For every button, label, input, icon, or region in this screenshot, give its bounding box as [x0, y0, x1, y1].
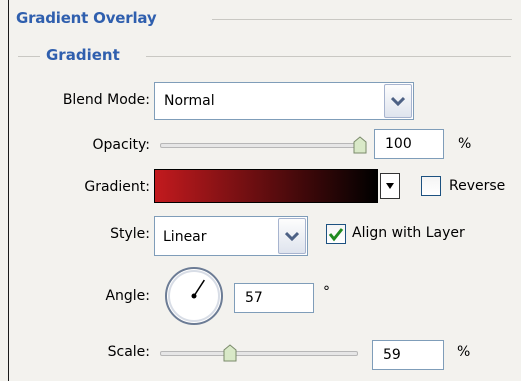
gradient-label: Gradient: — [84, 179, 150, 195]
chevron-down-icon — [285, 231, 299, 241]
panel-left-border — [8, 0, 9, 381]
blend-mode-dropdown-button[interactable] — [384, 84, 412, 118]
opacity-slider-thumb[interactable] — [352, 136, 368, 154]
chevron-down-icon — [391, 96, 405, 106]
scale-label: Scale: — [107, 344, 150, 360]
scale-input[interactable]: 59 — [372, 340, 444, 370]
scale-slider-track[interactable] — [160, 351, 358, 356]
reverse-label: Reverse — [449, 178, 506, 194]
reverse-checkbox[interactable] — [421, 176, 441, 196]
scale-slider-thumb[interactable] — [222, 344, 238, 362]
scale-unit: % — [457, 344, 471, 360]
gradient-preview[interactable] — [154, 169, 378, 203]
checkmark-icon — [328, 228, 344, 242]
angle-label: Angle: — [105, 288, 150, 304]
opacity-label: Opacity: — [92, 137, 150, 153]
gradient-dropdown-button[interactable] — [380, 173, 400, 199]
subsection-divider-right — [146, 56, 511, 57]
caret-down-icon — [386, 183, 394, 189]
style-value: Linear — [163, 229, 207, 245]
align-with-layer-checkbox[interactable] — [326, 224, 346, 244]
blend-mode-value: Normal — [164, 93, 215, 109]
subsection-title: Gradient — [46, 46, 120, 64]
opacity-slider-track[interactable] — [160, 143, 362, 148]
angle-dial[interactable] — [164, 266, 224, 326]
section-title: Gradient Overlay — [16, 9, 157, 27]
opacity-unit: % — [458, 136, 472, 152]
align-with-layer-label: Align with Layer — [352, 225, 465, 241]
blend-mode-label: Blend Mode: — [62, 92, 150, 108]
style-dropdown-button[interactable] — [278, 218, 306, 254]
opacity-input[interactable]: 100 — [374, 129, 444, 159]
section-divider — [212, 19, 512, 20]
gradient-overlay-panel: Gradient Overlay Gradient Blend Mode: No… — [0, 0, 521, 381]
style-label: Style: — [110, 226, 150, 242]
angle-input[interactable]: 57 — [234, 283, 314, 313]
angle-unit: ° — [323, 284, 330, 300]
subsection-divider-left — [18, 56, 40, 57]
